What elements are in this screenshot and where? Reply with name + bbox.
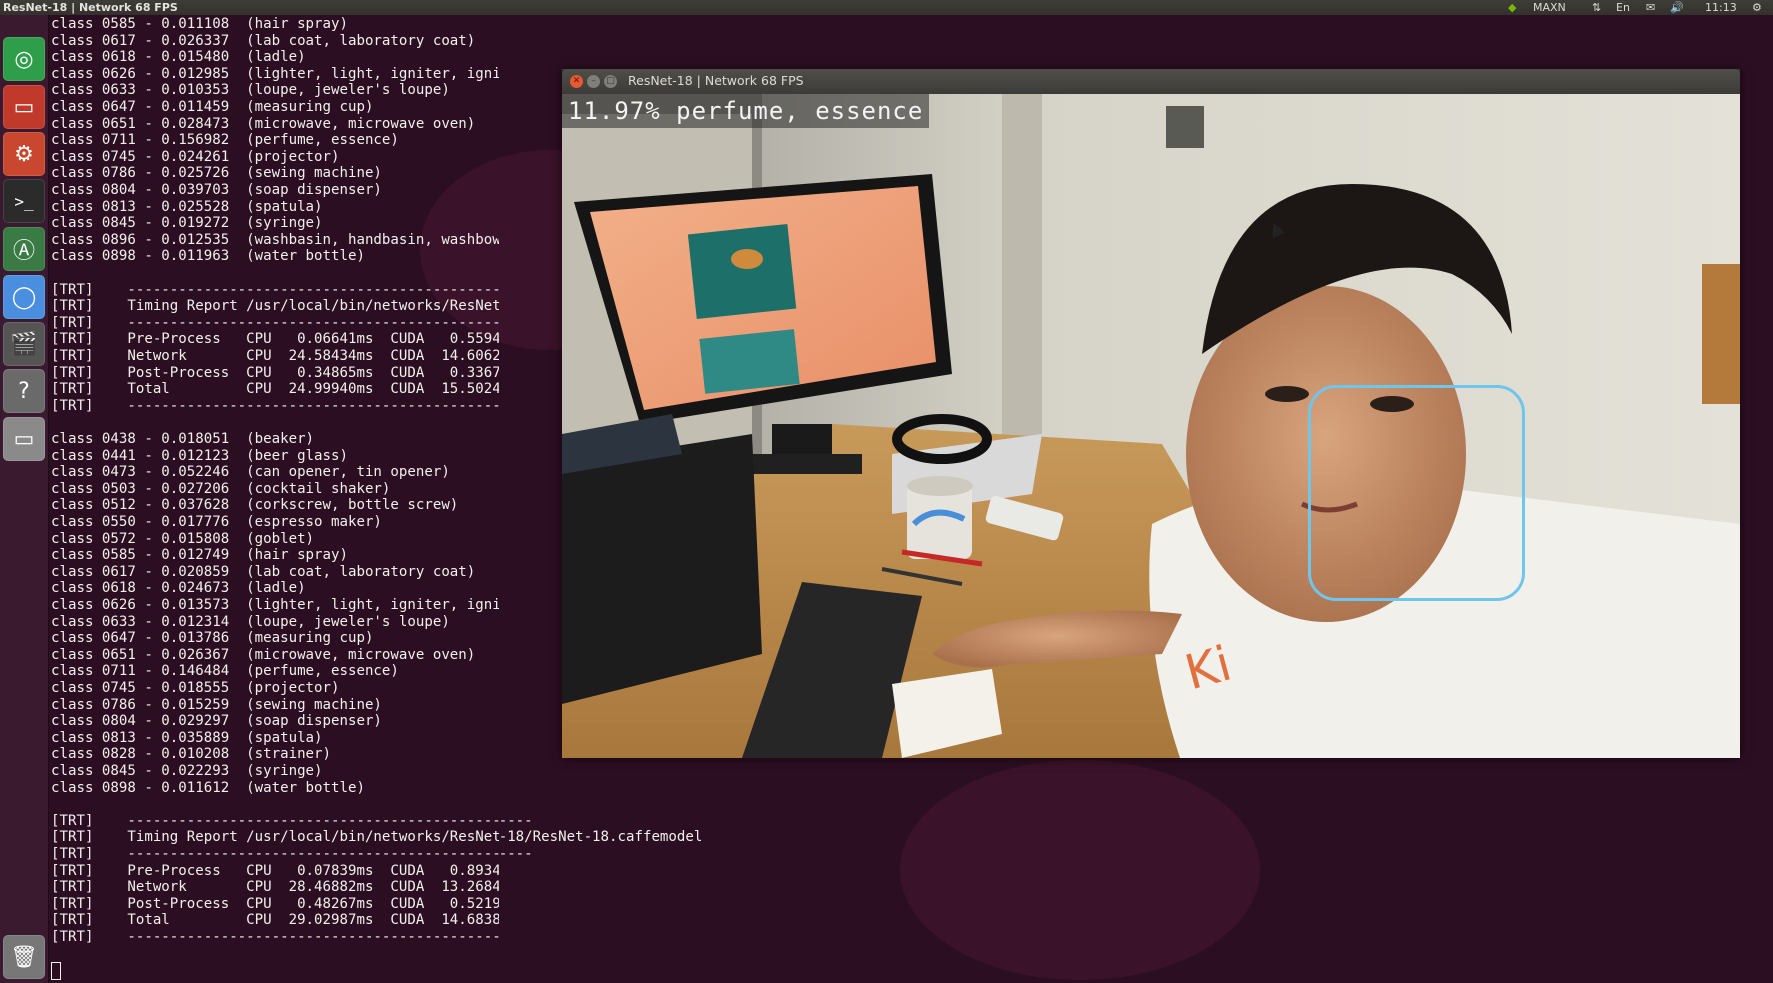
classification-label: 11.97% perfume, essence	[562, 94, 930, 128]
face-detection-box	[1308, 385, 1525, 601]
terminal-line: class 0503 - 0.027206 (cocktail shaker)	[51, 480, 391, 497]
software-updater-icon[interactable]: Ⓐ	[3, 227, 45, 271]
top-panel: ResNet-18 | Network 68 FPS ◆ MAXN ⇅ En ✉…	[0, 0, 1773, 15]
terminal-line: class 0617 - 0.026337 (lab coat, laborat…	[51, 32, 476, 49]
terminal-line: [TRT] Timing Report /usr/local/bin/netwo…	[51, 298, 499, 315]
terminal-line: class 0745 - 0.024261 (projector)	[51, 148, 340, 165]
minimize-icon[interactable]: –	[587, 75, 600, 88]
terminal-line: class 0633 - 0.010353 (loupe, jeweler's …	[51, 82, 450, 99]
terminal-line: class 0550 - 0.017776 (espresso maker)	[51, 514, 382, 530]
terminal-line: [TRT] Post-Process CPU 0.34865ms CUDA 0.…	[51, 364, 499, 381]
terminal-line-overflow: [TRT] Timing Report /usr/local/bin/netwo…	[499, 829, 703, 846]
terminal-line: class 0647 - 0.013786 (measuring cup)	[51, 630, 374, 647]
chromium-icon[interactable]: ◯	[3, 275, 45, 319]
terminal-line: [TRT] Total CPU 24.99940ms CUDA 15.50240…	[51, 381, 499, 398]
terminal-cursor	[51, 962, 61, 980]
terminal-line: class 0711 - 0.146484 (perfume, essence)	[51, 663, 399, 680]
camera-scene: Ki	[562, 94, 1740, 758]
volume-icon[interactable]: 🔊	[1670, 0, 1684, 15]
terminal-line: class 0626 - 0.012985 (lighter, light, i…	[51, 65, 499, 82]
terminal-line: class 0898 - 0.011963 (water bottle)	[51, 248, 365, 265]
terminal-line: class 0473 - 0.052246 (can opener, tin o…	[51, 464, 450, 481]
drive-icon[interactable]: ▭	[3, 417, 45, 461]
video-player-icon[interactable]: 🎬	[3, 322, 45, 366]
mail-icon[interactable]: ✉	[1646, 0, 1655, 15]
maximize-icon[interactable]: □	[604, 75, 617, 88]
terminal-line: class 0786 - 0.015259 (sewing machine)	[51, 696, 382, 713]
terminal-line: class 0618 - 0.015480 (ladle)	[51, 49, 306, 66]
terminal-line: [TRT] ----------------------------------…	[51, 397, 499, 414]
settings-gear-icon[interactable]: ⚙	[1752, 0, 1762, 15]
terminal-line: class 0617 - 0.020859 (lab coat, laborat…	[51, 563, 476, 580]
terminal-output[interactable]: class 0585 - 0.011108 (hair spray) class …	[49, 15, 499, 983]
terminal-line: class 0813 - 0.025528 (spatula)	[51, 198, 323, 215]
terminal-icon[interactable]: >_	[3, 179, 45, 223]
network-icon[interactable]: ⇅	[1592, 0, 1601, 15]
terminal-line: [TRT] Pre-Process CPU 0.06641ms CUDA 0.5…	[51, 331, 499, 348]
terminal-line: class 0512 - 0.037628 (corkscrew, bottle…	[51, 497, 459, 514]
terminal-line: [TRT] Post-Process CPU 0.48267ms CUDA 0.…	[51, 895, 499, 912]
camera-window[interactable]: ✕ – □ ResNet-18 | Network 68 FPS Ki 11.9…	[562, 69, 1740, 758]
terminal-line: class 0651 - 0.026367 (microwave, microw…	[51, 646, 476, 663]
terminal-line: class 0896 - 0.012535 (washbasin, handba…	[51, 231, 499, 248]
terminal-line: class 0618 - 0.024673 (ladle)	[51, 580, 306, 597]
terminal-line: [TRT] ----------------------------------…	[51, 812, 499, 829]
terminal-line: [TRT] Total CPU 29.02987ms CUDA 14.68386…	[51, 912, 499, 929]
terminal-line: [TRT] Network CPU 28.46882ms CUDA 13.268…	[51, 879, 499, 896]
terminal-line-overflow: [TRT] ----------------------------------…	[499, 846, 533, 862]
keyboard-layout-indicator[interactable]: En	[1616, 0, 1630, 15]
ubuntu-dash-icon[interactable]: ◎	[3, 37, 45, 81]
terminal-line-overflow: [TRT] ----------------------------------…	[499, 812, 533, 829]
terminal-line: class 0572 - 0.015808 (goblet)	[51, 530, 315, 547]
terminal-line: class 0585 - 0.011108 (hair spray)	[51, 16, 348, 32]
system-settings-icon[interactable]: ⚙	[3, 132, 45, 176]
window-titlebar[interactable]: ✕ – □ ResNet-18 | Network 68 FPS	[562, 69, 1740, 94]
terminal-line: [TRT] ----------------------------------…	[51, 929, 499, 945]
terminal-line: class 0711 - 0.156982 (perfume, essence)	[51, 132, 399, 149]
terminal-line: class 0745 - 0.018555 (projector)	[51, 680, 340, 696]
terminal-line: class 0813 - 0.035889 (spatula)	[51, 729, 323, 746]
terminal-line: class 0585 - 0.012749 (hair spray)	[51, 547, 348, 564]
terminal-line: class 0828 - 0.010208 (strainer)	[51, 746, 332, 763]
clock[interactable]: 11:13	[1705, 0, 1737, 15]
terminal-line: class 0845 - 0.022293 (syringe)	[51, 763, 323, 779]
terminal-line: class 0626 - 0.013573 (lighter, light, i…	[51, 597, 499, 613]
active-window-title: ResNet-18 | Network 68 FPS	[3, 1, 178, 14]
help-icon[interactable]: ?	[3, 369, 45, 413]
trash-icon[interactable]: 🗑	[3, 935, 45, 979]
close-icon[interactable]: ✕	[570, 75, 583, 88]
terminal-line: class 0441 - 0.012123 (beer glass)	[51, 447, 348, 464]
terminal-line: [TRT] ----------------------------------…	[51, 846, 499, 862]
launcher-sidebar: ◎ ▭ ⚙ >_ Ⓐ ◯ 🎬? ▭ 🗑	[0, 15, 49, 983]
terminal-line: class 0633 - 0.012314 (loupe, jeweler's …	[51, 613, 450, 630]
terminal-line: [TRT] ----------------------------------…	[51, 281, 499, 298]
terminal-line: class 0651 - 0.028473 (microwave, microw…	[51, 115, 476, 132]
terminal-line: class 0804 - 0.039703 (soap dispenser)	[51, 182, 382, 198]
window-title: ResNet-18 | Network 68 FPS	[628, 73, 804, 88]
power-mode-indicator[interactable]: MAXN	[1533, 0, 1566, 15]
terminal-line: class 0845 - 0.019272 (syringe)	[51, 215, 323, 232]
terminal-line: class 0647 - 0.011459 (measuring cup)	[51, 99, 374, 115]
terminal-line: [TRT] Network CPU 24.58434ms CUDA 14.606…	[51, 348, 499, 364]
wallpaper-decoration	[900, 760, 1260, 980]
terminal-line: class 0438 - 0.018051 (beaker)	[51, 431, 315, 447]
terminal-line: class 0804 - 0.029297 (soap dispenser)	[51, 713, 382, 730]
files-icon[interactable]: ▭	[3, 85, 45, 129]
terminal-line: [TRT] Pre-Process CPU 0.07839ms CUDA 0.8…	[51, 862, 499, 879]
terminal-line: [TRT] Timing Report /usr/local/bin/netwo…	[51, 829, 499, 846]
camera-feed: Ki 11.97% perfume, essence	[562, 94, 1740, 758]
terminal-line: [TRT] ----------------------------------…	[51, 314, 499, 331]
nvidia-icon[interactable]: ◆	[1508, 0, 1516, 15]
terminal-line: class 0898 - 0.011612 (water bottle)	[51, 779, 365, 796]
terminal-line: class 0786 - 0.025726 (sewing machine)	[51, 165, 382, 182]
